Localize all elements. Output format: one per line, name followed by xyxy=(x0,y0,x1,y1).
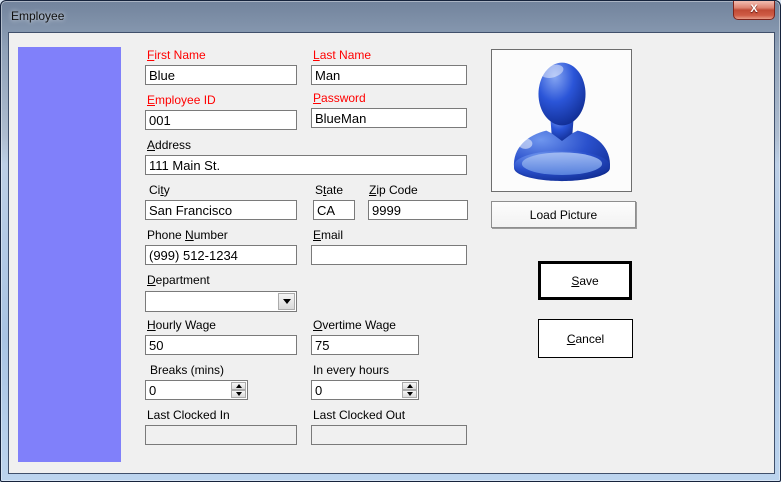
arrow-up-icon xyxy=(235,384,242,388)
last-name-input[interactable] xyxy=(311,65,467,85)
in-every-hours-stepper[interactable] xyxy=(311,380,419,400)
phone-number-label: Phone Number xyxy=(147,228,228,242)
state-input[interactable] xyxy=(313,200,355,220)
city-label: City xyxy=(149,183,170,197)
state-label: State xyxy=(315,183,344,197)
first-name-label: First Name xyxy=(147,48,206,62)
hourly-wage-label: Hourly Wage xyxy=(147,318,216,332)
cancel-button[interactable]: Cancel xyxy=(538,319,633,358)
employee-id-input[interactable] xyxy=(145,110,297,130)
breaks-up-button[interactable] xyxy=(231,382,246,390)
employee-window: Employee X First Name Last Name Employee… xyxy=(0,0,781,482)
zip-code-label: Zip Code xyxy=(369,183,418,197)
last-clocked-out-input xyxy=(311,425,467,445)
form-client-area: First Name Last Name Employee ID Passwor… xyxy=(8,32,775,474)
department-select[interactable] xyxy=(145,291,297,312)
employee-picture-box xyxy=(491,49,632,192)
side-panel xyxy=(18,47,121,462)
address-label: Address xyxy=(147,138,192,152)
breaks-label: Breaks (mins) xyxy=(150,363,225,377)
arrow-down-icon xyxy=(235,392,242,396)
employee-id-label: Employee ID xyxy=(147,93,216,107)
last-name-label: Last Name xyxy=(313,48,372,62)
in-every-hours-down-button[interactable] xyxy=(402,390,417,398)
arrow-down-icon xyxy=(406,392,413,396)
window-title: Employee xyxy=(11,9,65,23)
password-label: Password xyxy=(313,91,366,105)
first-name-input[interactable] xyxy=(145,65,297,85)
breaks-down-button[interactable] xyxy=(231,390,246,398)
arrow-up-icon xyxy=(406,384,413,388)
save-button[interactable]: Save xyxy=(538,261,632,300)
load-picture-button[interactable]: Load Picture xyxy=(491,201,636,228)
zip-code-input[interactable] xyxy=(368,200,468,220)
blue-person-bust-icon xyxy=(513,62,610,181)
address-input[interactable] xyxy=(145,155,467,175)
last-clocked-in-label: Last Clocked In xyxy=(147,408,230,422)
department-label: Department xyxy=(147,273,210,287)
chevron-down-icon xyxy=(282,299,291,304)
in-every-hours-input[interactable] xyxy=(312,381,401,399)
department-dropdown-button[interactable] xyxy=(278,293,295,310)
overtime-wage-input[interactable] xyxy=(311,335,419,355)
breaks-input[interactable] xyxy=(146,381,230,399)
in-every-hours-label: In every hours xyxy=(313,363,390,377)
email-label: Email xyxy=(313,228,344,242)
title-bar: Employee X xyxy=(1,1,780,32)
city-input[interactable] xyxy=(145,200,297,220)
phone-number-input[interactable] xyxy=(145,245,297,265)
hourly-wage-input[interactable] xyxy=(145,335,297,355)
email-input[interactable] xyxy=(311,245,467,265)
close-button[interactable]: X xyxy=(733,1,775,20)
in-every-hours-up-button[interactable] xyxy=(402,382,417,390)
last-clocked-in-input xyxy=(145,425,297,445)
last-clocked-out-label: Last Clocked Out xyxy=(313,408,406,422)
close-icon: X xyxy=(750,3,758,15)
overtime-wage-label: Overtime Wage xyxy=(313,318,396,332)
breaks-stepper[interactable] xyxy=(145,380,248,400)
password-input[interactable] xyxy=(311,108,467,128)
